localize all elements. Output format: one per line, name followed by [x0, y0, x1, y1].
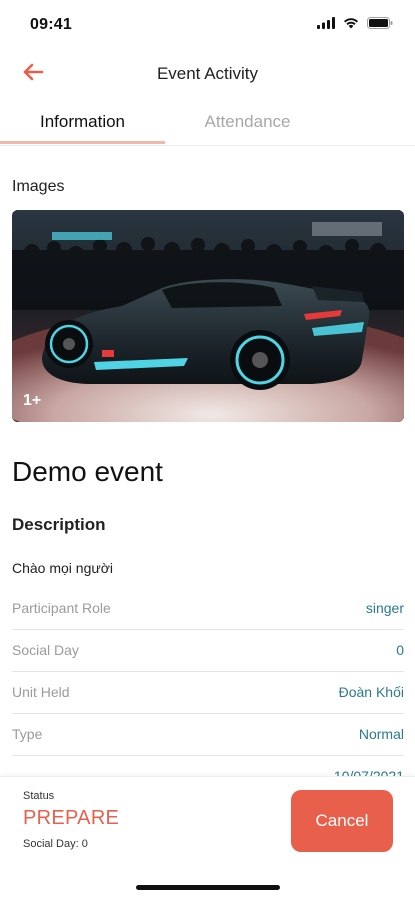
images-section-label: Images: [12, 178, 65, 195]
detail-row-social-day: Social Day 0: [12, 630, 404, 672]
detail-label: Social Day: [12, 642, 79, 658]
status-bar: 09:41: [0, 0, 415, 50]
status-value: PREPARE: [23, 807, 120, 829]
image-count-badge: 1+: [23, 392, 42, 409]
tab-information[interactable]: Information: [0, 100, 165, 144]
page-title: Event Activity: [156, 64, 259, 83]
status-icons: [317, 17, 393, 29]
description-text: Chào mọi người: [12, 560, 114, 576]
status-time: 09:41: [30, 16, 72, 33]
active-tab-indicator: [0, 141, 165, 144]
battery-icon: [367, 17, 393, 29]
social-day-summary: Social Day: 0: [23, 838, 88, 850]
detail-value: singer: [365, 600, 404, 616]
detail-label: Type: [12, 726, 43, 742]
event-title: Demo event: [12, 456, 163, 487]
event-image[interactable]: 1+: [12, 210, 404, 422]
home-indicator[interactable]: [136, 885, 280, 890]
car-photo: [12, 210, 404, 422]
detail-value: Đoàn Khối: [338, 684, 404, 700]
nav-bar: Event Activity: [0, 52, 415, 96]
tab-bar: Information Attendance: [0, 100, 415, 146]
cancel-button[interactable]: Cancel: [291, 790, 393, 852]
tab-attendance[interactable]: Attendance: [165, 100, 330, 144]
cellular-signal-icon: [317, 17, 335, 29]
description-heading: Description: [12, 515, 106, 534]
detail-row-unit-held: Unit Held Đoàn Khối: [12, 672, 404, 714]
detail-row-participant-role: Participant Role singer: [12, 588, 404, 630]
detail-label: Participant Role: [12, 600, 111, 616]
detail-value: Normal: [358, 726, 404, 742]
detail-row-type: Type Normal: [12, 714, 404, 756]
detail-value: 0: [396, 642, 404, 658]
status-caption: Status: [23, 790, 55, 802]
bottom-action-panel: Status PREPARE Social Day: 0 Cancel: [0, 776, 415, 900]
wifi-icon: [343, 17, 359, 29]
detail-label: Unit Held: [12, 684, 70, 700]
